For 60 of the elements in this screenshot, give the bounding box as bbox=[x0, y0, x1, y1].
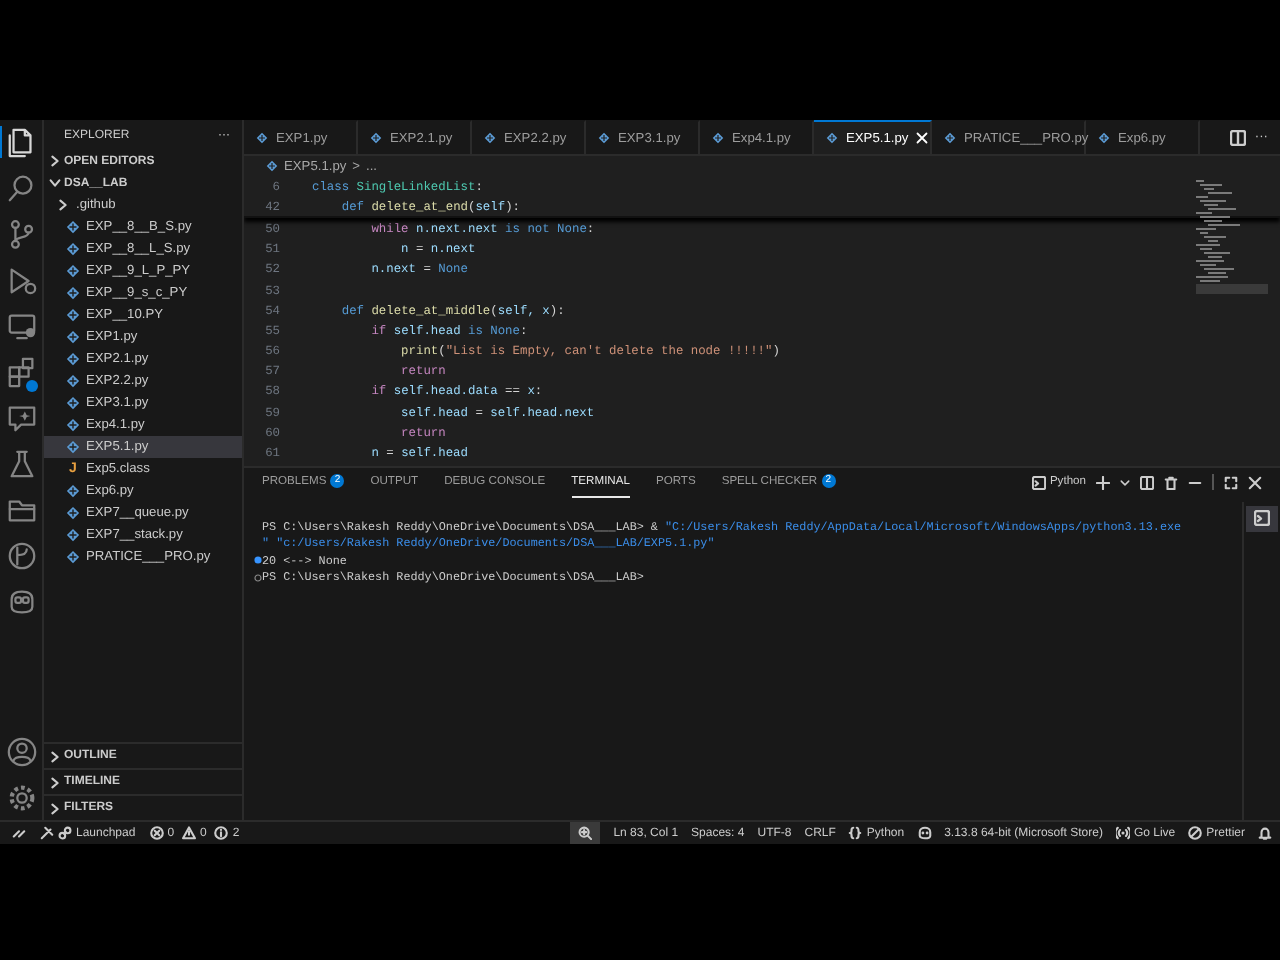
python-file-icon bbox=[256, 132, 268, 144]
python-file-icon bbox=[66, 264, 80, 278]
close-icon[interactable] bbox=[1248, 475, 1262, 489]
files-icon[interactable] bbox=[6, 126, 38, 158]
trash-icon[interactable] bbox=[1164, 475, 1178, 489]
split-icon[interactable] bbox=[1140, 475, 1154, 489]
settings-icon[interactable] bbox=[6, 782, 38, 814]
python-file-icon bbox=[598, 132, 610, 144]
broadcast-icon bbox=[1115, 826, 1130, 840]
monitor-icon[interactable] bbox=[6, 310, 38, 342]
python-file-icon bbox=[66, 330, 80, 344]
branch-icon[interactable] bbox=[6, 218, 38, 250]
link-icon bbox=[58, 826, 72, 840]
python-file-icon bbox=[66, 352, 80, 366]
python-file-icon bbox=[484, 132, 496, 144]
terminal-icon[interactable] bbox=[1254, 510, 1270, 526]
chevron-icon[interactable] bbox=[1120, 477, 1130, 487]
python-file-icon bbox=[66, 440, 80, 454]
folder-icon[interactable] bbox=[6, 494, 38, 526]
python-file-icon bbox=[66, 396, 80, 410]
python-file-icon bbox=[826, 132, 838, 144]
python-file-icon bbox=[66, 308, 80, 322]
terminal-icon bbox=[1031, 475, 1046, 489]
python-file-icon bbox=[66, 242, 80, 256]
zoom-icon[interactable] bbox=[578, 826, 593, 840]
error-icon bbox=[149, 826, 164, 840]
warning-icon bbox=[182, 826, 197, 840]
python-file-icon bbox=[66, 484, 80, 498]
maximize-icon[interactable] bbox=[1224, 475, 1238, 489]
flask-icon[interactable] bbox=[6, 448, 38, 480]
python-file-icon bbox=[66, 286, 80, 300]
python-file-icon bbox=[944, 132, 956, 144]
plus-icon[interactable] bbox=[1096, 475, 1110, 489]
split-editor-icon[interactable] bbox=[1230, 129, 1247, 145]
robot-icon[interactable] bbox=[6, 586, 38, 618]
no-entry-icon bbox=[1188, 826, 1203, 840]
robot-icon[interactable] bbox=[917, 826, 932, 840]
account-icon[interactable] bbox=[6, 736, 38, 768]
info-icon bbox=[214, 826, 229, 840]
plug-icon bbox=[40, 826, 54, 840]
python-file-icon bbox=[66, 374, 80, 388]
python-file-icon bbox=[66, 528, 80, 542]
chat-icon[interactable] bbox=[6, 402, 38, 434]
python-file-icon bbox=[370, 132, 382, 144]
python-file-icon bbox=[1098, 132, 1110, 144]
extensions-icon[interactable] bbox=[6, 356, 38, 388]
search-icon[interactable] bbox=[6, 172, 38, 204]
minimap-drawing[interactable] bbox=[1196, 180, 1268, 296]
python-file-icon bbox=[66, 506, 80, 520]
python-file-icon bbox=[66, 220, 80, 234]
braces-icon bbox=[848, 826, 863, 840]
python-file-icon bbox=[66, 550, 80, 564]
python-file-icon bbox=[66, 418, 80, 432]
bell-icon[interactable] bbox=[1258, 826, 1272, 840]
python-file-icon bbox=[712, 132, 724, 144]
play-bug-icon[interactable] bbox=[6, 264, 38, 296]
zoom-button[interactable] bbox=[570, 822, 601, 844]
python-file-icon bbox=[266, 160, 278, 172]
graph-icon[interactable] bbox=[6, 540, 38, 572]
remote-icon[interactable] bbox=[12, 826, 26, 840]
